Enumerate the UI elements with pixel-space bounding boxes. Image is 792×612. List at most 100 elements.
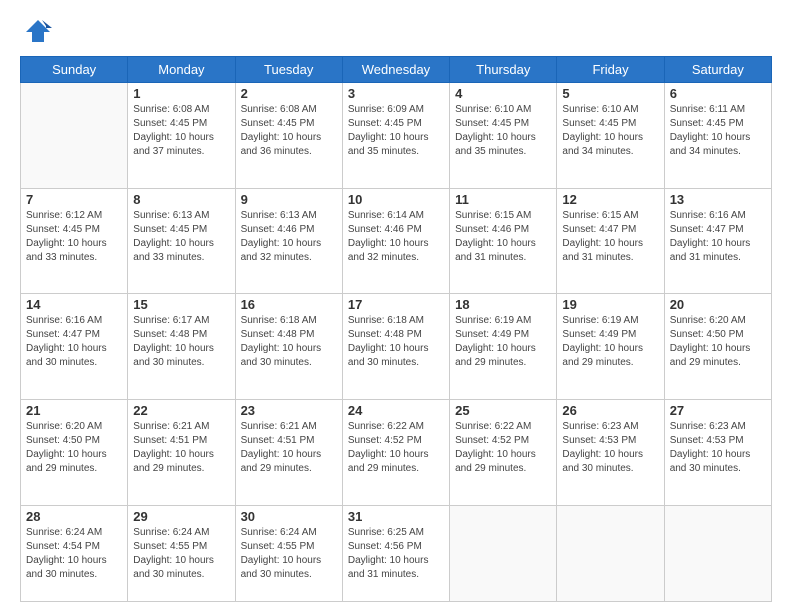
day-number: 9 <box>241 192 337 207</box>
calendar-cell: 21 Sunrise: 6:20 AMSunset: 4:50 PMDayligh… <box>21 400 128 506</box>
day-info: Sunrise: 6:08 AMSunset: 4:45 PMDaylight:… <box>133 103 229 159</box>
day-number: 27 <box>670 403 766 418</box>
calendar-cell: 2 Sunrise: 6:08 AMSunset: 4:45 PMDaylight… <box>235 83 342 189</box>
day-info: Sunrise: 6:14 AMSunset: 4:46 PMDaylight:… <box>348 209 444 265</box>
calendar-cell: 29 Sunrise: 6:24 AMSunset: 4:55 PMDayligh… <box>128 505 235 601</box>
day-number: 11 <box>455 192 551 207</box>
day-number: 29 <box>133 509 229 524</box>
calendar-cell: 27 Sunrise: 6:23 AMSunset: 4:53 PMDayligh… <box>664 400 771 506</box>
day-number: 22 <box>133 403 229 418</box>
day-info: Sunrise: 6:16 AMSunset: 4:47 PMDaylight:… <box>670 209 766 265</box>
day-number: 7 <box>26 192 122 207</box>
day-number: 21 <box>26 403 122 418</box>
day-info: Sunrise: 6:19 AMSunset: 4:49 PMDaylight:… <box>455 314 551 370</box>
calendar-cell: 7 Sunrise: 6:12 AMSunset: 4:45 PMDaylight… <box>21 188 128 294</box>
day-info: Sunrise: 6:18 AMSunset: 4:48 PMDaylight:… <box>348 314 444 370</box>
calendar-cell: 19Sunrise: 6:19 AMSunset: 4:49 PMDayligh… <box>557 294 664 400</box>
calendar-week-row: 1 Sunrise: 6:08 AMSunset: 4:45 PMDaylight… <box>21 83 772 189</box>
calendar-cell: 26 Sunrise: 6:23 AMSunset: 4:53 PMDayligh… <box>557 400 664 506</box>
day-number: 31 <box>348 509 444 524</box>
logo-icon <box>24 18 52 46</box>
calendar-cell: 9 Sunrise: 6:13 AMSunset: 4:46 PMDaylight… <box>235 188 342 294</box>
day-info: Sunrise: 6:25 AMSunset: 4:56 PMDaylight:… <box>348 526 444 582</box>
day-info: Sunrise: 6:08 AMSunset: 4:45 PMDaylight:… <box>241 103 337 159</box>
day-number: 2 <box>241 86 337 101</box>
weekday-header-monday: Monday <box>128 57 235 83</box>
day-number: 4 <box>455 86 551 101</box>
day-number: 3 <box>348 86 444 101</box>
calendar-cell: 24 Sunrise: 6:22 AMSunset: 4:52 PMDayligh… <box>342 400 449 506</box>
calendar-cell: 28Sunrise: 6:24 AMSunset: 4:54 PMDayligh… <box>21 505 128 601</box>
day-number: 26 <box>562 403 658 418</box>
calendar-week-row: 28Sunrise: 6:24 AMSunset: 4:54 PMDayligh… <box>21 505 772 601</box>
day-info: Sunrise: 6:22 AMSunset: 4:52 PMDaylight:… <box>348 420 444 476</box>
calendar-cell: 14Sunrise: 6:16 AMSunset: 4:47 PMDayligh… <box>21 294 128 400</box>
day-info: Sunrise: 6:23 AMSunset: 4:53 PMDaylight:… <box>562 420 658 476</box>
day-info: Sunrise: 6:18 AMSunset: 4:48 PMDaylight:… <box>241 314 337 370</box>
weekday-header-row: SundayMondayTuesdayWednesdayThursdayFrid… <box>21 57 772 83</box>
day-number: 16 <box>241 297 337 312</box>
calendar-cell: 22 Sunrise: 6:21 AMSunset: 4:51 PMDayligh… <box>128 400 235 506</box>
calendar-cell: 3 Sunrise: 6:09 AMSunset: 4:45 PMDaylight… <box>342 83 449 189</box>
day-number: 25 <box>455 403 551 418</box>
calendar-cell: 17 Sunrise: 6:18 AMSunset: 4:48 PMDayligh… <box>342 294 449 400</box>
day-info: Sunrise: 6:24 AMSunset: 4:55 PMDaylight:… <box>241 526 337 582</box>
day-info: Sunrise: 6:21 AMSunset: 4:51 PMDaylight:… <box>133 420 229 476</box>
day-number: 17 <box>348 297 444 312</box>
calendar-cell <box>21 83 128 189</box>
day-number: 1 <box>133 86 229 101</box>
page: SundayMondayTuesdayWednesdayThursdayFrid… <box>0 0 792 612</box>
weekday-header-thursday: Thursday <box>450 57 557 83</box>
day-info: Sunrise: 6:15 AMSunset: 4:46 PMDaylight:… <box>455 209 551 265</box>
calendar-cell: 4 Sunrise: 6:10 AMSunset: 4:45 PMDaylight… <box>450 83 557 189</box>
day-info: Sunrise: 6:13 AMSunset: 4:45 PMDaylight:… <box>133 209 229 265</box>
day-info: Sunrise: 6:15 AMSunset: 4:47 PMDaylight:… <box>562 209 658 265</box>
calendar-cell: 10Sunrise: 6:14 AMSunset: 4:46 PMDayligh… <box>342 188 449 294</box>
calendar-cell: 18 Sunrise: 6:19 AMSunset: 4:49 PMDayligh… <box>450 294 557 400</box>
weekday-header-tuesday: Tuesday <box>235 57 342 83</box>
calendar-cell: 15 Sunrise: 6:17 AMSunset: 4:48 PMDayligh… <box>128 294 235 400</box>
calendar-cell: 1 Sunrise: 6:08 AMSunset: 4:45 PMDaylight… <box>128 83 235 189</box>
day-info: Sunrise: 6:22 AMSunset: 4:52 PMDaylight:… <box>455 420 551 476</box>
weekday-header-friday: Friday <box>557 57 664 83</box>
day-number: 5 <box>562 86 658 101</box>
calendar-cell: 16 Sunrise: 6:18 AMSunset: 4:48 PMDayligh… <box>235 294 342 400</box>
calendar-week-row: 7 Sunrise: 6:12 AMSunset: 4:45 PMDaylight… <box>21 188 772 294</box>
day-info: Sunrise: 6:24 AMSunset: 4:55 PMDaylight:… <box>133 526 229 582</box>
day-number: 12 <box>562 192 658 207</box>
day-info: Sunrise: 6:21 AMSunset: 4:51 PMDaylight:… <box>241 420 337 476</box>
day-number: 28 <box>26 509 122 524</box>
day-info: Sunrise: 6:23 AMSunset: 4:53 PMDaylight:… <box>670 420 766 476</box>
day-info: Sunrise: 6:13 AMSunset: 4:46 PMDaylight:… <box>241 209 337 265</box>
day-number: 23 <box>241 403 337 418</box>
day-info: Sunrise: 6:20 AMSunset: 4:50 PMDaylight:… <box>26 420 122 476</box>
day-number: 18 <box>455 297 551 312</box>
day-info: Sunrise: 6:20 AMSunset: 4:50 PMDaylight:… <box>670 314 766 370</box>
day-info: Sunrise: 6:10 AMSunset: 4:45 PMDaylight:… <box>562 103 658 159</box>
day-info: Sunrise: 6:11 AMSunset: 4:45 PMDaylight:… <box>670 103 766 159</box>
day-number: 20 <box>670 297 766 312</box>
day-info: Sunrise: 6:16 AMSunset: 4:47 PMDaylight:… <box>26 314 122 370</box>
day-info: Sunrise: 6:19 AMSunset: 4:49 PMDaylight:… <box>562 314 658 370</box>
calendar-cell <box>450 505 557 601</box>
day-number: 15 <box>133 297 229 312</box>
calendar-cell: 13Sunrise: 6:16 AMSunset: 4:47 PMDayligh… <box>664 188 771 294</box>
day-number: 30 <box>241 509 337 524</box>
day-number: 24 <box>348 403 444 418</box>
calendar-cell: 31 Sunrise: 6:25 AMSunset: 4:56 PMDayligh… <box>342 505 449 601</box>
calendar-cell: 6 Sunrise: 6:11 AMSunset: 4:45 PMDaylight… <box>664 83 771 189</box>
calendar-week-row: 14Sunrise: 6:16 AMSunset: 4:47 PMDayligh… <box>21 294 772 400</box>
day-number: 6 <box>670 86 766 101</box>
day-info: Sunrise: 6:10 AMSunset: 4:45 PMDaylight:… <box>455 103 551 159</box>
day-info: Sunrise: 6:17 AMSunset: 4:48 PMDaylight:… <box>133 314 229 370</box>
weekday-header-saturday: Saturday <box>664 57 771 83</box>
header <box>20 18 772 46</box>
calendar-week-row: 21 Sunrise: 6:20 AMSunset: 4:50 PMDayligh… <box>21 400 772 506</box>
calendar-cell: 12 Sunrise: 6:15 AMSunset: 4:47 PMDayligh… <box>557 188 664 294</box>
day-info: Sunrise: 6:09 AMSunset: 4:45 PMDaylight:… <box>348 103 444 159</box>
calendar-cell <box>557 505 664 601</box>
calendar-cell: 5 Sunrise: 6:10 AMSunset: 4:45 PMDaylight… <box>557 83 664 189</box>
calendar-cell: 25 Sunrise: 6:22 AMSunset: 4:52 PMDayligh… <box>450 400 557 506</box>
day-info: Sunrise: 6:12 AMSunset: 4:45 PMDaylight:… <box>26 209 122 265</box>
calendar-cell: 8Sunrise: 6:13 AMSunset: 4:45 PMDaylight… <box>128 188 235 294</box>
